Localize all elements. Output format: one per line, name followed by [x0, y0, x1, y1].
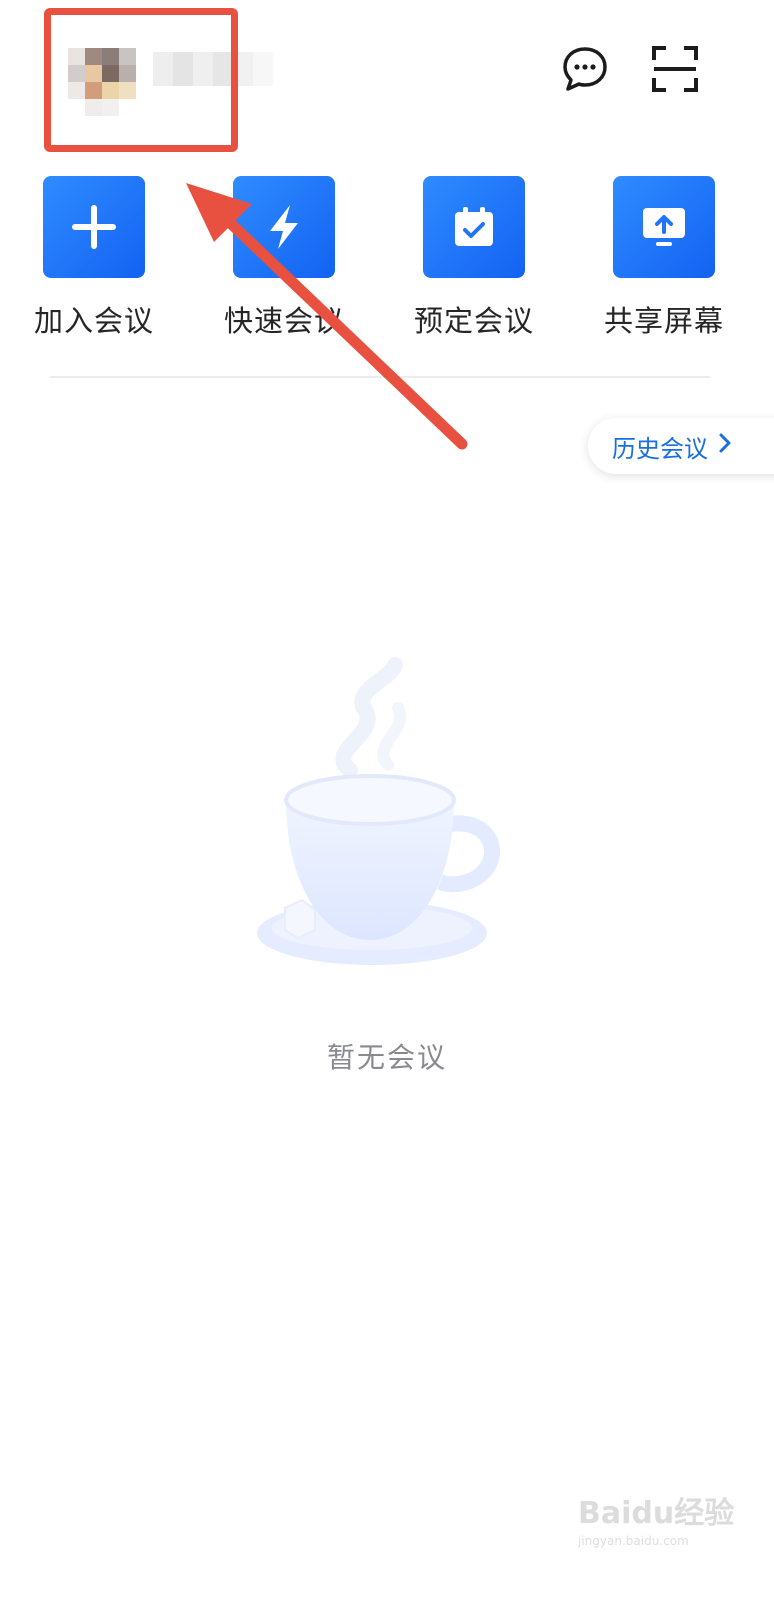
history-meetings-button[interactable]: 历史会议: [588, 418, 774, 474]
scan-icon[interactable]: [650, 44, 700, 94]
divider: [50, 376, 710, 378]
lightning-icon: [233, 176, 335, 278]
watermark-url: jingyan.baidu.com: [578, 1534, 689, 1548]
screen-share-icon: [613, 176, 715, 278]
join-meeting-label: 加入会议: [33, 304, 154, 338]
annotation-highlight-box: [44, 8, 238, 152]
share-screen-button[interactable]: 共享屏幕: [594, 176, 734, 338]
share-screen-label: 共享屏幕: [603, 304, 724, 338]
plus-icon: [43, 176, 145, 278]
empty-state-text: 暂无会议: [326, 1041, 447, 1074]
quick-meeting-label: 快速会议: [223, 304, 344, 338]
chat-bubble-icon[interactable]: [560, 44, 610, 94]
join-meeting-button[interactable]: 加入会议: [24, 176, 164, 338]
schedule-meeting-button[interactable]: 预定会议: [404, 176, 544, 338]
chevron-right-icon: [718, 432, 732, 460]
coffee-cup-illustration: [257, 657, 500, 965]
calendar-check-icon: [423, 176, 525, 278]
baidu-watermark: Baidu经验 jingyan.baidu.com: [578, 1488, 758, 1568]
history-meetings-label: 历史会议: [612, 434, 708, 463]
schedule-meeting-label: 预定会议: [413, 304, 534, 338]
quick-meeting-button[interactable]: 快速会议: [214, 176, 354, 338]
watermark-brand: Baidu经验: [578, 1496, 735, 1531]
